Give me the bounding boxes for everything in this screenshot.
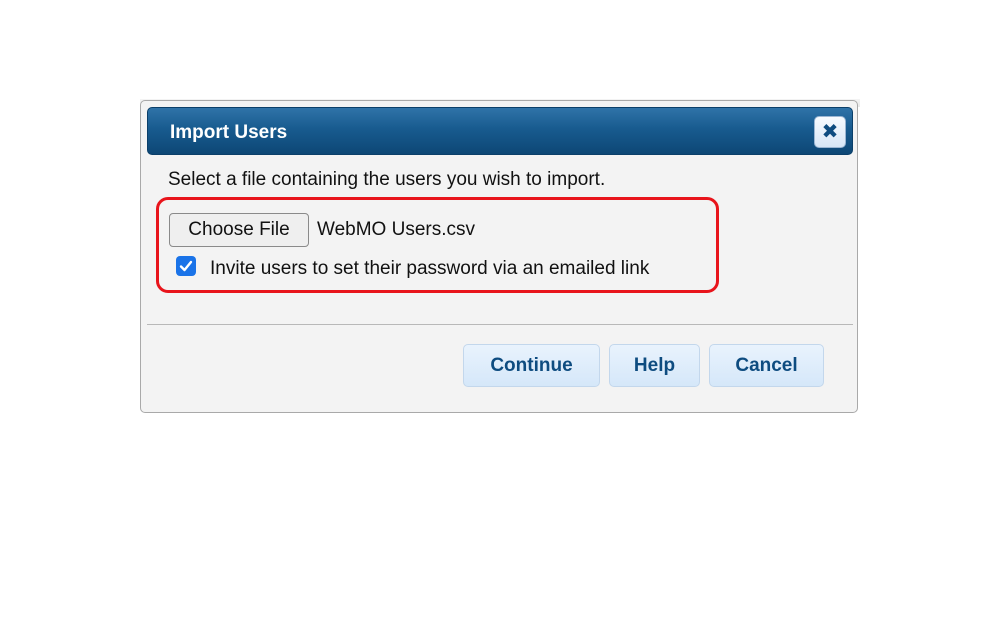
choose-file-button[interactable]: Choose File: [169, 213, 309, 247]
cancel-button[interactable]: Cancel: [709, 344, 824, 387]
import-users-dialog: Import Users ✖ Select a file containing …: [140, 100, 858, 413]
close-icon: ✖: [821, 121, 839, 143]
dialog-titlebar[interactable]: Import Users ✖: [147, 107, 853, 155]
continue-button[interactable]: Continue: [463, 344, 600, 387]
selected-file-name: WebMO Users.csv: [317, 219, 476, 240]
help-button[interactable]: Help: [609, 344, 700, 387]
close-button[interactable]: ✖: [814, 116, 846, 148]
dialog-prompt: Select a file containing the users you w…: [168, 169, 606, 190]
dialog-title: Import Users: [170, 122, 288, 143]
invite-users-checkbox[interactable]: [176, 256, 196, 276]
invite-users-label[interactable]: Invite users to set their password via a…: [210, 258, 649, 280]
checkmark-icon: [179, 260, 193, 272]
dialog-divider: [147, 324, 853, 325]
